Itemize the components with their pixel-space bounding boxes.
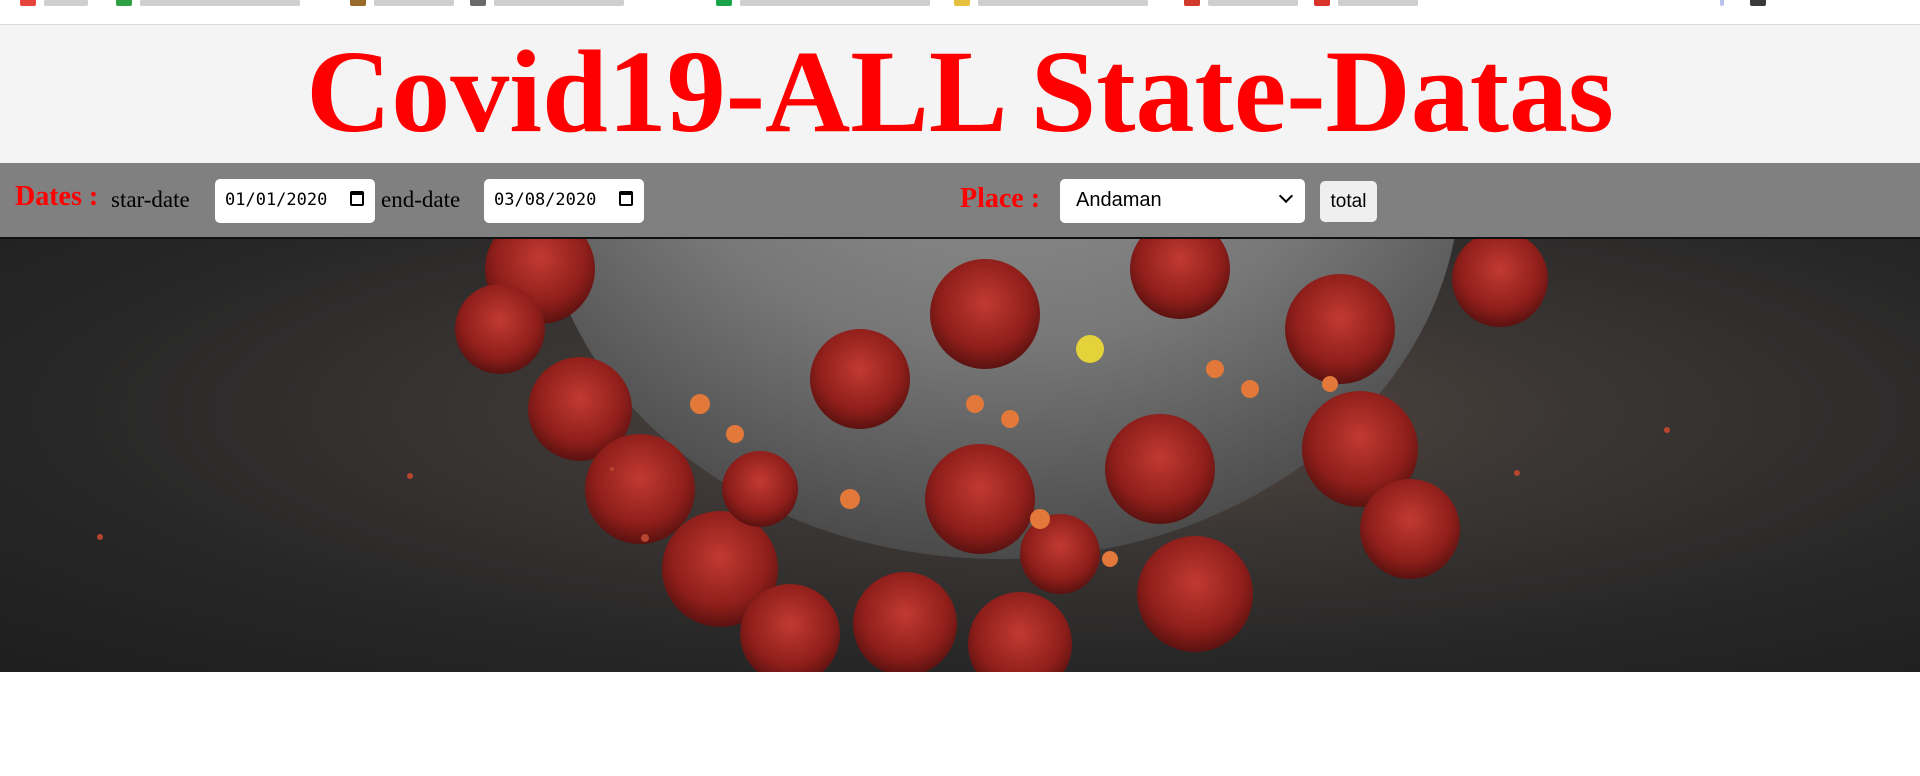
coronavirus-illustration <box>97 239 1670 672</box>
bookmark-item[interactable] <box>1338 0 1418 6</box>
place-label: Place : <box>960 183 1041 214</box>
bookmark-icon[interactable] <box>350 0 366 6</box>
bookmark-icon[interactable] <box>116 0 132 6</box>
bookmarks-bar <box>0 0 1920 25</box>
reading-list-icon[interactable] <box>1750 0 1766 6</box>
calendar-icon[interactable] <box>350 191 364 206</box>
bookmark-item[interactable] <box>740 0 930 6</box>
filter-toolbar: Dates : star-date 01/01/2020 end-date 03… <box>0 163 1920 239</box>
bookmark-icon[interactable] <box>1720 0 1724 6</box>
start-date-value: 01/01/2020 <box>225 190 328 210</box>
bookmark-item[interactable] <box>374 0 454 6</box>
page-title: Covid19-ALL State-Datas <box>306 26 1614 157</box>
bookmark-item[interactable] <box>44 0 88 6</box>
coronavirus-banner-image <box>0 239 1920 672</box>
bookmark-item[interactable] <box>1208 0 1298 6</box>
bookmark-item[interactable] <box>140 0 300 6</box>
bookmark-icon[interactable] <box>470 0 486 6</box>
bookmark-icon[interactable] <box>1314 0 1330 6</box>
bookmark-item[interactable] <box>978 0 1148 6</box>
place-selected-value: Andaman <box>1076 189 1162 211</box>
end-date-value: 03/08/2020 <box>494 190 597 210</box>
calendar-icon[interactable] <box>619 191 633 206</box>
bookmark-icon[interactable] <box>1184 0 1200 6</box>
chevron-down-icon <box>1278 188 1294 204</box>
dates-label: Dates : <box>15 181 99 212</box>
apps-icon[interactable] <box>20 0 36 6</box>
start-date-label: star-date <box>111 187 190 212</box>
page-header: Covid19-ALL State-Datas <box>0 25 1920 163</box>
bookmark-icon[interactable] <box>716 0 732 6</box>
total-button[interactable]: total <box>1320 181 1377 222</box>
bookmark-icon[interactable] <box>954 0 970 6</box>
bookmark-item[interactable] <box>494 0 624 6</box>
start-date-input[interactable]: 01/01/2020 <box>215 179 375 223</box>
place-select[interactable]: Andaman <box>1060 179 1305 223</box>
end-date-label: end-date <box>381 187 461 212</box>
end-date-input[interactable]: 03/08/2020 <box>484 179 644 223</box>
